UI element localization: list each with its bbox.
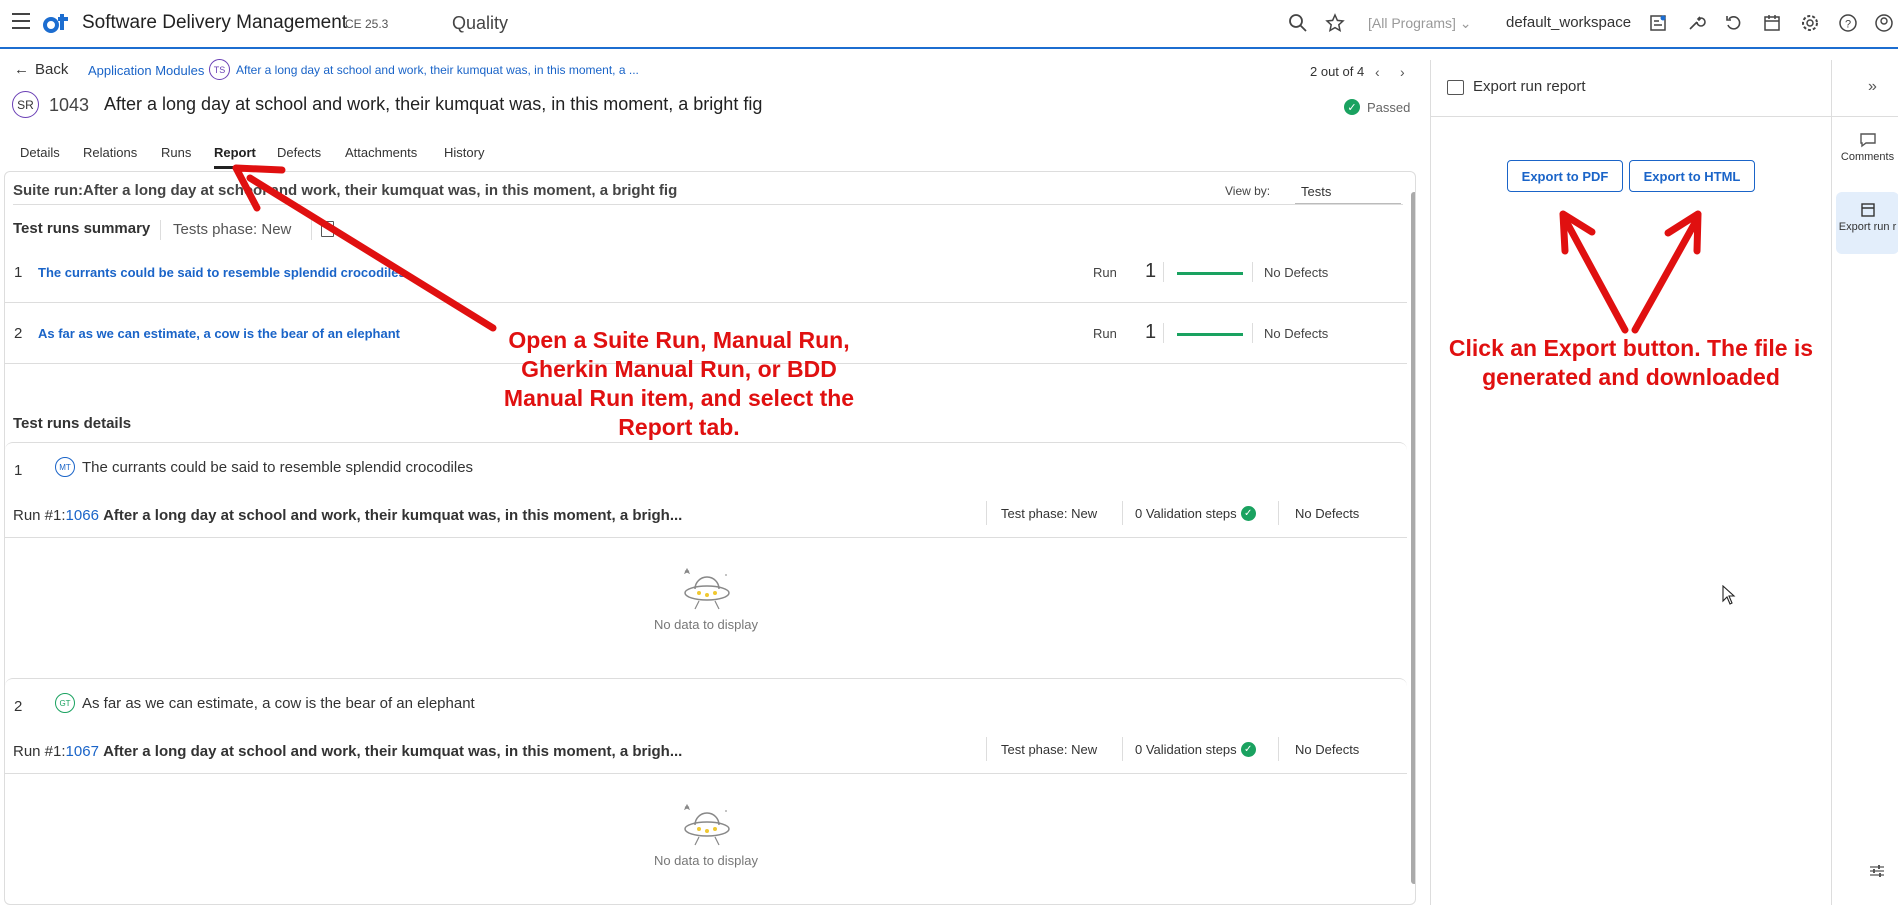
annotation-arrow-left	[232, 164, 497, 332]
annotation-left: Open a Suite Run, Manual Run, Gherkin Ma…	[503, 327, 855, 440]
annotation-arrows	[232, 164, 1702, 334]
annotation-right: Click an Export button. The file is gene…	[1448, 335, 1814, 390]
mouse-cursor-icon	[1722, 585, 1736, 605]
annotation-arrow-right	[1559, 210, 1702, 334]
